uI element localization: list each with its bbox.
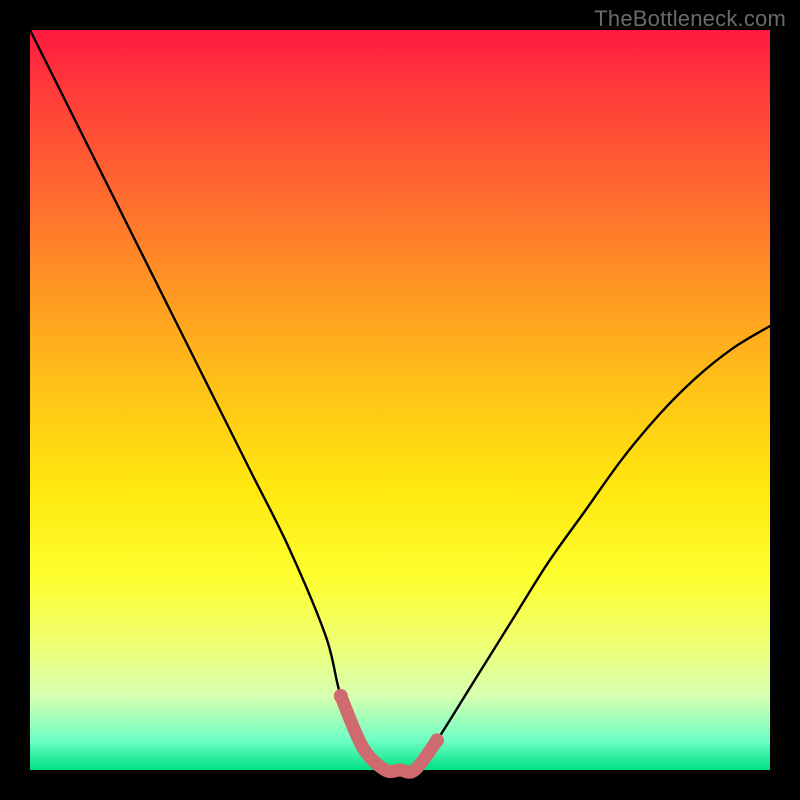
curve-svg [30, 30, 770, 770]
plot-area [30, 30, 770, 770]
bottleneck-curve-path [30, 30, 770, 772]
highlight-dot-end [430, 733, 444, 747]
watermark-label: TheBottleneck.com [594, 6, 786, 32]
chart-frame: TheBottleneck.com [0, 0, 800, 800]
highlight-dot-start [334, 689, 348, 703]
bottleneck-curve-highlight [341, 696, 437, 772]
